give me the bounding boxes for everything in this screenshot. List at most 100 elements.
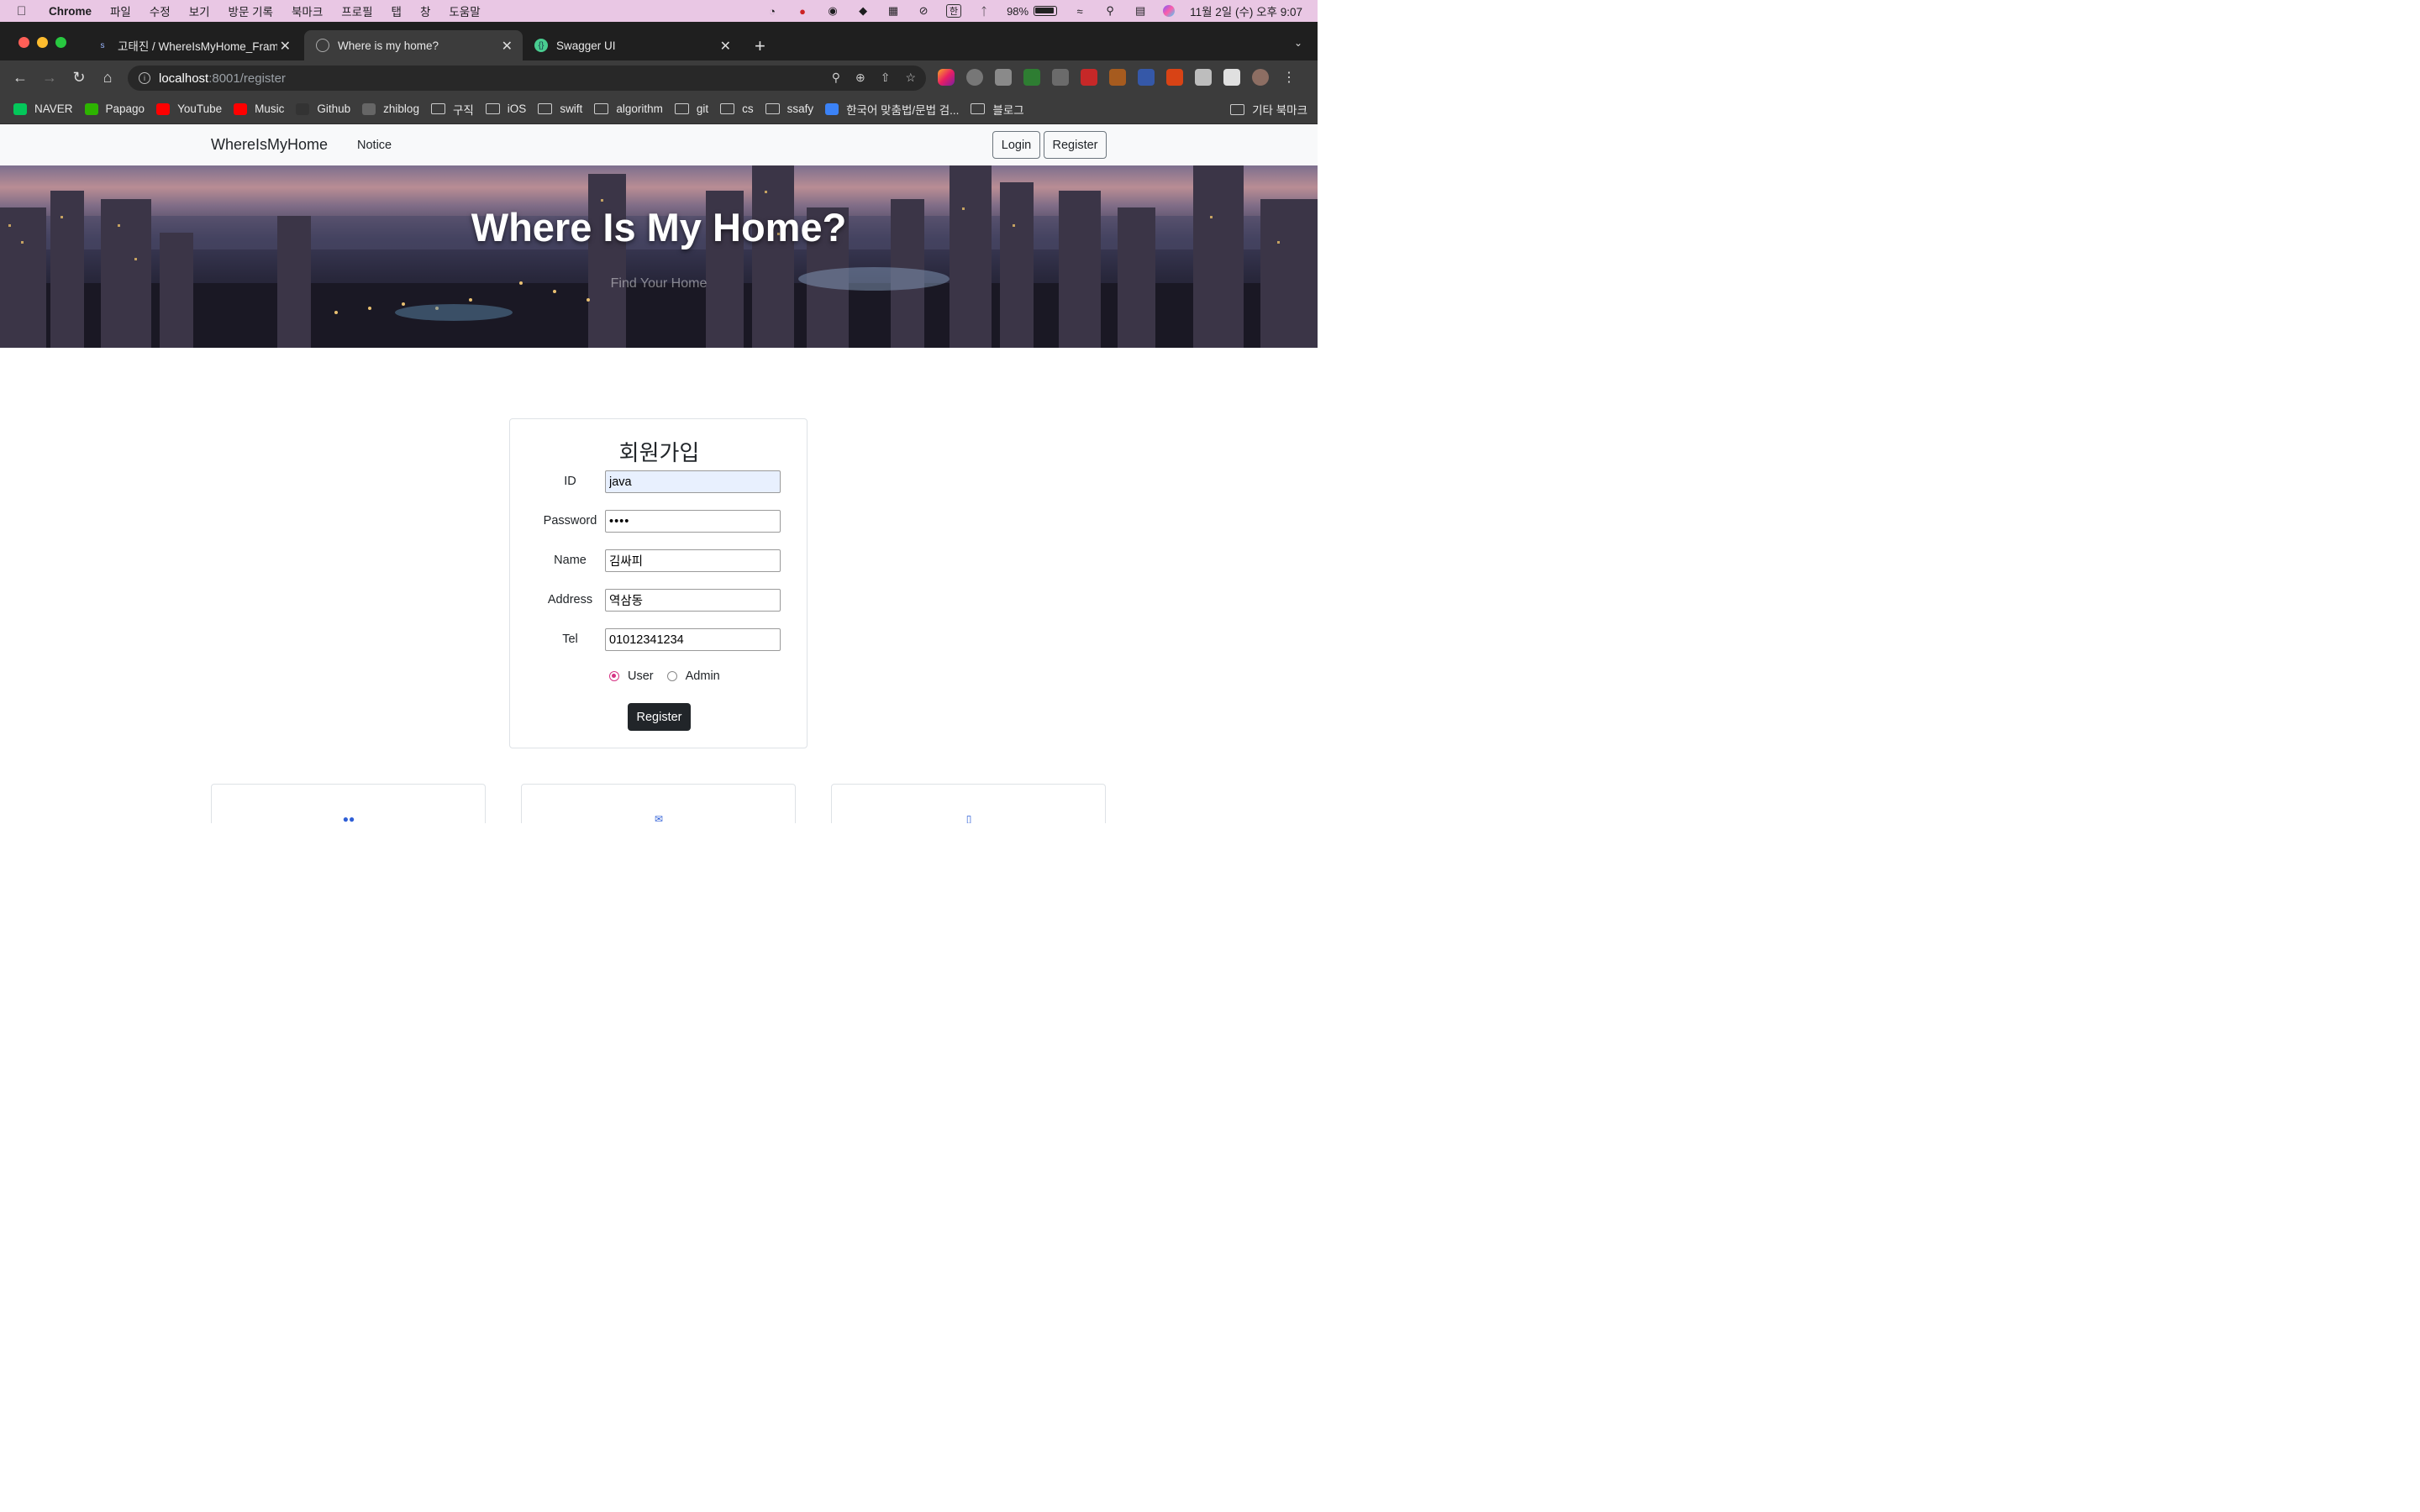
menubar-item-profile[interactable]: 프로필 bbox=[341, 3, 372, 19]
extension-on-icon[interactable] bbox=[1023, 69, 1040, 86]
menubar-item-file[interactable]: 파일 bbox=[110, 3, 131, 19]
layout-icon[interactable]: ▦ bbox=[886, 4, 901, 18]
menubar-item-help[interactable]: 도움말 bbox=[449, 3, 480, 19]
home-icon[interactable]: ⌂ bbox=[97, 67, 118, 87]
chat-icon[interactable]: ◉ bbox=[825, 4, 840, 18]
bookmark-item[interactable]: ssafy bbox=[765, 102, 813, 115]
bookmark-item[interactable]: Github bbox=[296, 102, 350, 115]
login-button[interactable]: Login bbox=[992, 131, 1040, 159]
name-input[interactable] bbox=[605, 549, 781, 572]
extension-camera-icon[interactable] bbox=[1052, 69, 1069, 86]
apple-icon[interactable]:  bbox=[17, 4, 30, 18]
bookmark-item[interactable]: Papago bbox=[84, 102, 145, 115]
back-arrow-icon[interactable]: ← bbox=[10, 67, 30, 87]
folder-icon bbox=[594, 103, 609, 114]
key-icon[interactable]: ⚲ bbox=[832, 71, 840, 85]
minimize-window-button[interactable] bbox=[37, 37, 48, 48]
close-tab-icon[interactable]: ✕ bbox=[502, 38, 513, 55]
bookmark-item[interactable]: NAVER bbox=[13, 102, 73, 115]
bookmark-item[interactable]: 한국어 맞춤법/문법 검... bbox=[825, 101, 959, 118]
menubar-item-history[interactable]: 방문 기록 bbox=[229, 3, 273, 19]
share-icon[interactable]: ⇧ bbox=[881, 71, 891, 85]
menubar-item-window[interactable]: 창 bbox=[420, 3, 430, 19]
mute-icon[interactable]: ⊘ bbox=[916, 4, 931, 18]
register-submit-button[interactable]: Register bbox=[628, 703, 691, 731]
input-method-icon[interactable]: 한 bbox=[946, 4, 962, 18]
tab-where-is-my-home[interactable]: Where is my home? ✕ bbox=[304, 30, 523, 60]
siri-icon[interactable] bbox=[1163, 5, 1176, 17]
extension-tp-icon[interactable] bbox=[1081, 69, 1097, 86]
bookmark-item[interactable]: swift bbox=[538, 102, 582, 115]
site-brand[interactable]: WhereIsMyHome bbox=[211, 136, 328, 154]
extensions-puzzle-icon[interactable] bbox=[1195, 69, 1212, 86]
battery-icon[interactable] bbox=[1034, 6, 1058, 16]
folder-icon bbox=[485, 103, 500, 114]
other-bookmarks-label: 기타 북마크 bbox=[1252, 104, 1307, 117]
bookmark-item[interactable]: git bbox=[674, 102, 709, 115]
menubar-datetime[interactable]: 11월 2일 (수) 오후 9:07 bbox=[1190, 3, 1302, 19]
reload-icon[interactable]: ↻ bbox=[69, 67, 89, 87]
address-input[interactable] bbox=[605, 589, 781, 612]
battery-percent: 98% bbox=[1007, 4, 1029, 18]
close-tab-icon[interactable]: ✕ bbox=[720, 38, 731, 55]
id-input[interactable] bbox=[605, 470, 781, 493]
role-radio-group: User Admin bbox=[609, 669, 720, 683]
site-info-icon[interactable]: i bbox=[139, 72, 150, 84]
bookmark-item[interactable]: 블로그 bbox=[971, 101, 1024, 118]
menubar-app-name[interactable]: Chrome bbox=[49, 5, 92, 18]
vpn-icon[interactable]: ◆ bbox=[855, 4, 871, 18]
menubar-item-view[interactable]: 보기 bbox=[189, 3, 210, 19]
app-status-icon[interactable]: ● bbox=[795, 4, 810, 18]
control-center-icon[interactable]: ▤ bbox=[1133, 4, 1148, 18]
extension-c-icon[interactable] bbox=[1166, 69, 1183, 86]
other-bookmarks[interactable]: 기타 북마크 bbox=[1230, 94, 1307, 124]
bookmark-item[interactable]: zhiblog bbox=[362, 102, 419, 115]
menubar-item-edit[interactable]: 수정 bbox=[150, 3, 171, 19]
user-radio-label[interactable]: User bbox=[628, 669, 654, 683]
forward-arrow-icon[interactable]: → bbox=[39, 67, 60, 87]
extension-blue-icon[interactable] bbox=[1138, 69, 1155, 86]
folder-icon bbox=[538, 103, 553, 114]
bookmark-item[interactable]: cs bbox=[720, 102, 754, 115]
bookmark-label: 블로그 bbox=[992, 103, 1024, 117]
address-url[interactable]: localhost:8001/register bbox=[159, 71, 286, 86]
bookmark-label: 구직 bbox=[452, 103, 474, 117]
register-nav-button[interactable]: Register bbox=[1044, 131, 1107, 159]
password-input[interactable] bbox=[605, 510, 781, 533]
bookmark-item[interactable]: algorithm bbox=[594, 102, 663, 115]
timer-icon[interactable]: ◔ bbox=[765, 4, 780, 18]
user-radio[interactable] bbox=[609, 671, 619, 681]
address-bar[interactable]: i localhost:8001/register ⚲ ⊕ ⇧ ☆ bbox=[128, 66, 926, 91]
wifi-icon[interactable]: ≈ bbox=[1072, 4, 1087, 18]
menubar-item-tab[interactable]: 탭 bbox=[392, 3, 402, 19]
spotlight-search-icon[interactable]: ⚲ bbox=[1102, 4, 1118, 18]
admin-radio-label[interactable]: Admin bbox=[686, 669, 720, 683]
tab-swagger-ui[interactable]: {} Swagger UI ✕ bbox=[523, 30, 741, 60]
tab-github[interactable]: s 고태진 / WhereIsMyHome_Fram ✕ bbox=[84, 30, 301, 60]
extension-orange-icon[interactable] bbox=[1109, 69, 1126, 86]
nav-link-notice[interactable]: Notice bbox=[357, 139, 392, 152]
side-panel-icon[interactable] bbox=[1223, 69, 1240, 86]
new-tab-plus-icon[interactable]: + bbox=[755, 35, 765, 57]
globe-icon bbox=[316, 39, 329, 52]
bluetooth-icon[interactable]: ᛏ bbox=[976, 4, 992, 18]
menubar-item-bookmarks[interactable]: 북마크 bbox=[292, 3, 323, 19]
extension-instagram-icon[interactable] bbox=[938, 69, 955, 86]
extension-gray-icon[interactable] bbox=[966, 69, 983, 86]
bookmark-item[interactable]: Music bbox=[234, 102, 284, 115]
extension-off-icon[interactable] bbox=[995, 69, 1012, 86]
bookmark-item[interactable]: YouTube bbox=[156, 102, 222, 115]
bookmark-item[interactable]: iOS bbox=[485, 102, 526, 115]
bookmark-star-icon[interactable]: ☆ bbox=[905, 71, 916, 85]
close-window-button[interactable] bbox=[18, 37, 29, 48]
zoom-icon[interactable]: ⊕ bbox=[855, 71, 865, 85]
admin-radio[interactable] bbox=[666, 671, 677, 681]
tab-search-chevron-icon[interactable]: ⌄ bbox=[1294, 37, 1302, 49]
bookmark-label: git bbox=[696, 102, 709, 115]
profile-avatar[interactable] bbox=[1252, 69, 1269, 86]
close-tab-icon[interactable]: ✕ bbox=[280, 38, 291, 55]
bookmark-item[interactable]: 구직 bbox=[430, 101, 474, 118]
chrome-menu-icon[interactable]: ⋮ bbox=[1281, 69, 1297, 86]
zoom-window-button[interactable] bbox=[55, 37, 66, 48]
tel-input[interactable] bbox=[605, 628, 781, 651]
